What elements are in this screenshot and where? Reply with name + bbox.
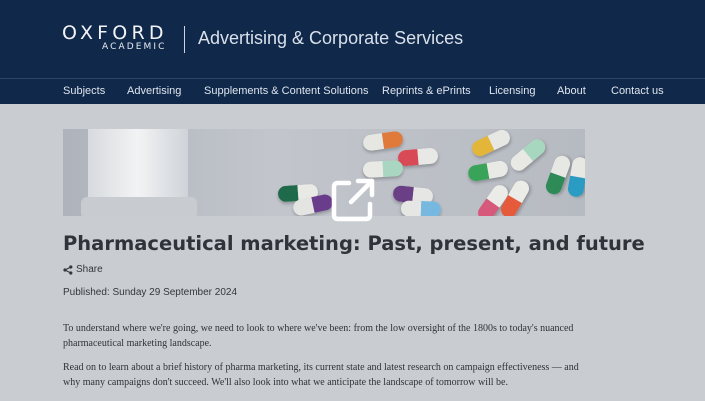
nav-item-supplements[interactable]: Supplements & Content Solutions (204, 85, 369, 97)
site-title[interactable]: Advertising & Corporate Services (198, 28, 463, 49)
pill-bottle-base (81, 197, 197, 216)
article-paragraph: Read on to learn about a brief history o… (63, 362, 579, 388)
pill (397, 147, 439, 167)
main-nav: Subjects Advertising Supplements & Conte… (0, 78, 705, 104)
external-link-icon[interactable] (329, 176, 377, 224)
share-label: Share (76, 264, 103, 275)
site-header: OXFORD ACADEMIC Advertising & Corporate … (0, 0, 705, 78)
pill (507, 136, 549, 174)
nav-item-about[interactable]: About (557, 85, 586, 97)
article-title: Pharmaceutical marketing: Past, present,… (63, 232, 645, 255)
pill (362, 130, 404, 152)
nav-item-contact[interactable]: Contact us (611, 85, 664, 97)
published-date: Published: Sunday 29 September 2024 (63, 287, 238, 298)
hero-image[interactable] (63, 129, 585, 216)
nav-item-licensing[interactable]: Licensing (489, 85, 535, 97)
pill (400, 200, 442, 216)
nav-item-reprints[interactable]: Reprints & ePrints (382, 85, 471, 97)
nav-item-advertising[interactable]: Advertising (127, 85, 181, 97)
oxford-academic-logo[interactable]: OXFORD ACADEMIC (62, 23, 174, 55)
pill (466, 159, 510, 183)
logo-wordmark: OXFORD (62, 22, 168, 44)
pill (469, 129, 513, 159)
logo-subtitle: ACADEMIC (102, 42, 167, 52)
share-icon (63, 265, 73, 275)
header-divider (184, 26, 185, 53)
article-paragraph: To understand where we're going, we need… (63, 323, 574, 349)
nav-item-subjects[interactable]: Subjects (63, 85, 105, 97)
